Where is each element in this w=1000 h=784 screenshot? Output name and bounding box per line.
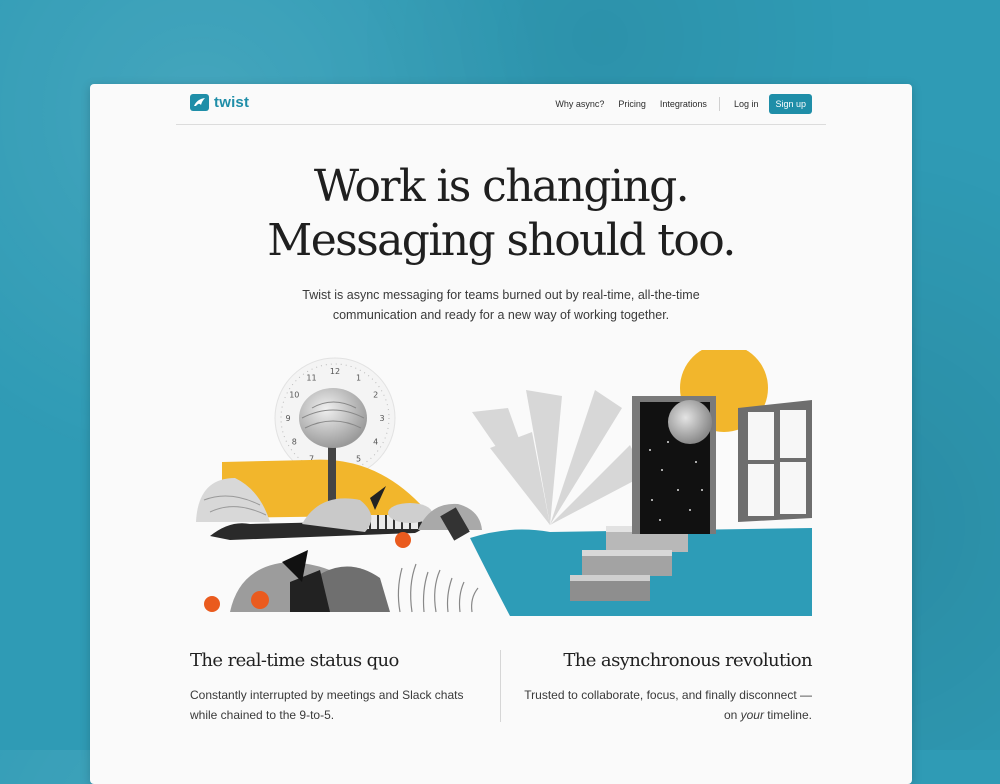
hero-illustration: 121234567891011 <box>196 350 812 616</box>
status-quo-title: The real-time status quo <box>190 650 399 671</box>
hero-title-line-1: Work is changing. <box>313 161 690 212</box>
twist-logo[interactable]: twist <box>190 94 249 111</box>
twist-logo-icon <box>190 94 209 111</box>
hero-title-line-2: Messaging should too. <box>267 215 736 266</box>
nav-links: Why async? Pricing Integrations Log in S… <box>541 94 812 114</box>
brand-name: twist <box>214 94 250 111</box>
nav-pricing-link[interactable]: Pricing <box>618 99 646 109</box>
landing-page-card: twist Why async? Pricing Integrations Lo… <box>90 84 912 784</box>
top-navigation: twist Why async? Pricing Integrations Lo… <box>176 84 826 125</box>
async-revolution-title: The asynchronous revolution <box>563 650 812 671</box>
clock-number: 11 <box>306 373 316 382</box>
signup-button[interactable]: Sign up <box>769 94 812 114</box>
clock-number: 10 <box>289 391 299 400</box>
sun-rays <box>472 390 645 525</box>
hero-subtitle: Twist is async messaging for teams burne… <box>302 288 700 322</box>
night-door <box>632 396 716 534</box>
nav-divider <box>718 97 720 111</box>
async-revolution-text: Trusted to collaborate, focus, and final… <box>510 685 812 725</box>
open-window <box>738 400 812 522</box>
nav-why-async-link[interactable]: Why async? <box>555 99 604 109</box>
clock-number: 4 <box>373 438 378 447</box>
clock-number: 8 <box>292 438 297 447</box>
clock-number: 12 <box>330 367 340 376</box>
columns-divider <box>500 650 501 722</box>
clock-number: 5 <box>356 455 361 464</box>
hero-title: Work is changing. Messaging should too. <box>90 160 912 268</box>
login-link[interactable]: Log in <box>734 99 759 109</box>
status-quo-text: Constantly interrupted by meetings and S… <box>190 688 464 722</box>
async-text-part-2: timeline. <box>763 708 812 722</box>
clock-number: 9 <box>285 414 290 423</box>
grass-strokes <box>397 563 479 613</box>
nav-integrations-link[interactable]: Integrations <box>660 99 707 109</box>
async-text-emphasis: your <box>740 708 764 722</box>
clock-number: 3 <box>379 414 384 423</box>
clock-number: 1 <box>356 373 361 382</box>
clock-number: 2 <box>373 391 378 400</box>
